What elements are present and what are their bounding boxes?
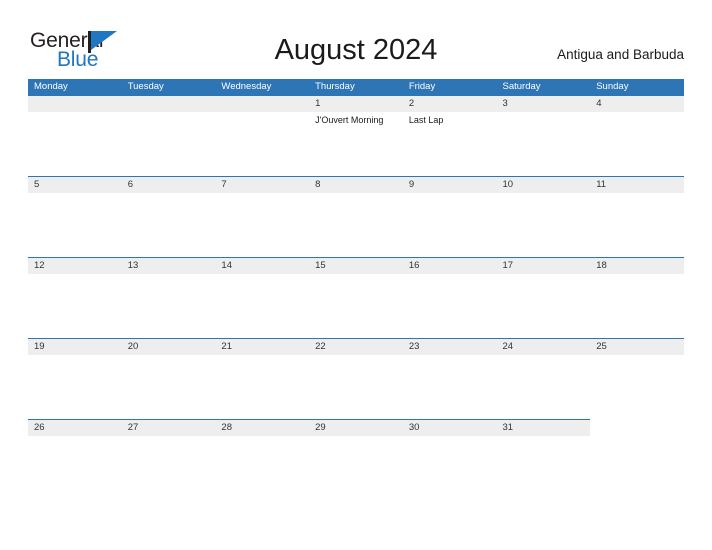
day-number: 3 — [502, 98, 508, 109]
weekday-header-sunday: Sunday — [596, 81, 629, 92]
day-cell-13[interactable]: 13 — [122, 258, 216, 338]
day-number: 11 — [596, 179, 607, 190]
day-number: 1 — [315, 98, 321, 109]
weekday-header-friday: Friday — [408, 81, 436, 92]
day-cell-17[interactable]: 17 — [497, 258, 591, 338]
event-label: J'Ouvert Morning — [315, 115, 384, 125]
day-number — [34, 96, 122, 112]
calendar-weeks: 1 J'Ouvert Morning 2 Last Lap 3 4 5 6 7 8 9 10 11 12 1… — [28, 95, 684, 500]
day-cell-3[interactable]: 3 — [497, 96, 591, 176]
day-number: 22 — [315, 341, 326, 352]
day-cell-empty — [590, 420, 684, 500]
day-cell-6[interactable]: 6 — [122, 177, 216, 257]
day-cell-28[interactable]: 28 — [215, 420, 309, 500]
region-label: Antigua and Barbuda — [557, 47, 684, 62]
day-cell-25[interactable]: 25 — [590, 339, 684, 419]
day-number — [596, 420, 684, 436]
day-number: 23 — [408, 341, 420, 352]
day-cell-11[interactable]: 11 — [590, 177, 684, 257]
day-cell-23[interactable]: 23 — [403, 339, 497, 419]
day-cell-1[interactable]: 1 J'Ouvert Morning — [309, 96, 403, 176]
day-cell-16[interactable]: 16 — [403, 258, 497, 338]
weekday-header-monday: Monday — [34, 81, 68, 92]
calendar-page: General Blue August 2024 Antigua and Bar… — [0, 0, 712, 550]
day-cell-12[interactable]: 12 — [28, 258, 122, 338]
day-cell-21[interactable]: 21 — [215, 339, 309, 419]
week-day-cells: 1 J'Ouvert Morning 2 Last Lap 3 4 — [28, 96, 684, 176]
day-cell-10[interactable]: 10 — [497, 177, 591, 257]
day-number: 30 — [408, 422, 420, 433]
day-cell-22[interactable]: 22 — [309, 339, 403, 419]
day-number: 15 — [315, 260, 326, 271]
day-cell-14[interactable]: 14 — [215, 258, 309, 338]
event-label: Last Lap — [408, 115, 444, 125]
day-number: 7 — [221, 179, 227, 190]
day-cell-19[interactable]: 19 — [28, 339, 122, 419]
day-number: 5 — [34, 179, 40, 190]
calendar-grid: Monday Tuesday Wednesday Thursday Friday Satu… — [28, 79, 684, 500]
day-number: 29 — [315, 422, 326, 433]
day-number: 8 — [315, 179, 321, 190]
day-cell-empty — [28, 96, 122, 176]
day-number: 25 — [596, 341, 607, 352]
day-cell-2[interactable]: 2 Last Lap — [403, 96, 497, 176]
day-number: 4 — [596, 98, 602, 109]
day-cell-empty — [122, 96, 216, 176]
day-cell-30[interactable]: 30 — [403, 420, 497, 500]
day-cell-7[interactable]: 7 — [215, 177, 309, 257]
page-header: General Blue August 2024 Antigua and Bar… — [0, 0, 712, 79]
day-number: 17 — [502, 260, 514, 271]
day-number: 28 — [221, 422, 232, 433]
weekday-header-thursday: Thursday — [315, 81, 355, 92]
calendar-week-row: 26 27 28 29 30 31 — [28, 419, 684, 500]
week-day-cells: 19 20 21 22 23 24 25 — [28, 339, 684, 419]
day-number: 20 — [127, 341, 139, 352]
day-cell-29[interactable]: 29 — [309, 420, 403, 500]
day-cell-4[interactable]: 4 — [590, 96, 684, 176]
day-number: 26 — [34, 422, 45, 433]
calendar-week-row: 5 6 7 8 9 10 11 — [28, 176, 684, 257]
day-cell-20[interactable]: 20 — [122, 339, 216, 419]
day-cell-31[interactable]: 31 — [497, 420, 591, 500]
day-cell-5[interactable]: 5 — [28, 177, 122, 257]
weekday-header-saturday: Saturday — [502, 81, 541, 92]
day-cell-8[interactable]: 8 — [309, 177, 403, 257]
day-cell-18[interactable]: 18 — [590, 258, 684, 338]
week-day-cells: 12 13 14 15 16 17 18 — [28, 258, 684, 338]
day-number: 21 — [221, 341, 232, 352]
day-number: 16 — [408, 260, 420, 271]
day-cell-15[interactable]: 15 — [309, 258, 403, 338]
day-cell-26[interactable]: 26 — [28, 420, 122, 500]
day-events: J'Ouvert Morning — [315, 112, 403, 126]
day-number — [128, 96, 216, 112]
day-cell-27[interactable]: 27 — [122, 420, 216, 500]
calendar-week-row: 19 20 21 22 23 24 25 — [28, 338, 684, 419]
day-cell-24[interactable]: 24 — [497, 339, 591, 419]
calendar-week-row: 12 13 14 15 16 17 18 — [28, 257, 684, 338]
day-number: 19 — [34, 341, 45, 352]
day-number: 10 — [502, 179, 514, 190]
week-day-cells: 5 6 7 8 9 10 11 — [28, 177, 684, 257]
day-number: 9 — [408, 179, 415, 190]
day-events: Last Lap — [409, 112, 497, 126]
weekday-header-tuesday: Tuesday — [127, 81, 164, 92]
weekday-header-row: Monday Tuesday Wednesday Thursday Friday Satu… — [28, 79, 684, 95]
day-number: 2 — [408, 98, 415, 109]
day-number: 13 — [127, 260, 139, 271]
day-number: 12 — [34, 260, 45, 271]
day-cell-empty — [215, 96, 309, 176]
day-number: 14 — [221, 260, 232, 271]
day-cell-9[interactable]: 9 — [403, 177, 497, 257]
weekday-header-wednesday: Wednesday — [221, 81, 272, 92]
day-number: 24 — [502, 341, 514, 352]
day-number: 31 — [502, 422, 514, 433]
day-number: 6 — [127, 179, 133, 190]
day-number: 27 — [127, 422, 139, 433]
day-number: 18 — [596, 260, 607, 271]
day-number — [221, 96, 309, 112]
week-day-cells: 26 27 28 29 30 31 — [28, 420, 684, 500]
calendar-week-row: 1 J'Ouvert Morning 2 Last Lap 3 4 — [28, 95, 684, 176]
